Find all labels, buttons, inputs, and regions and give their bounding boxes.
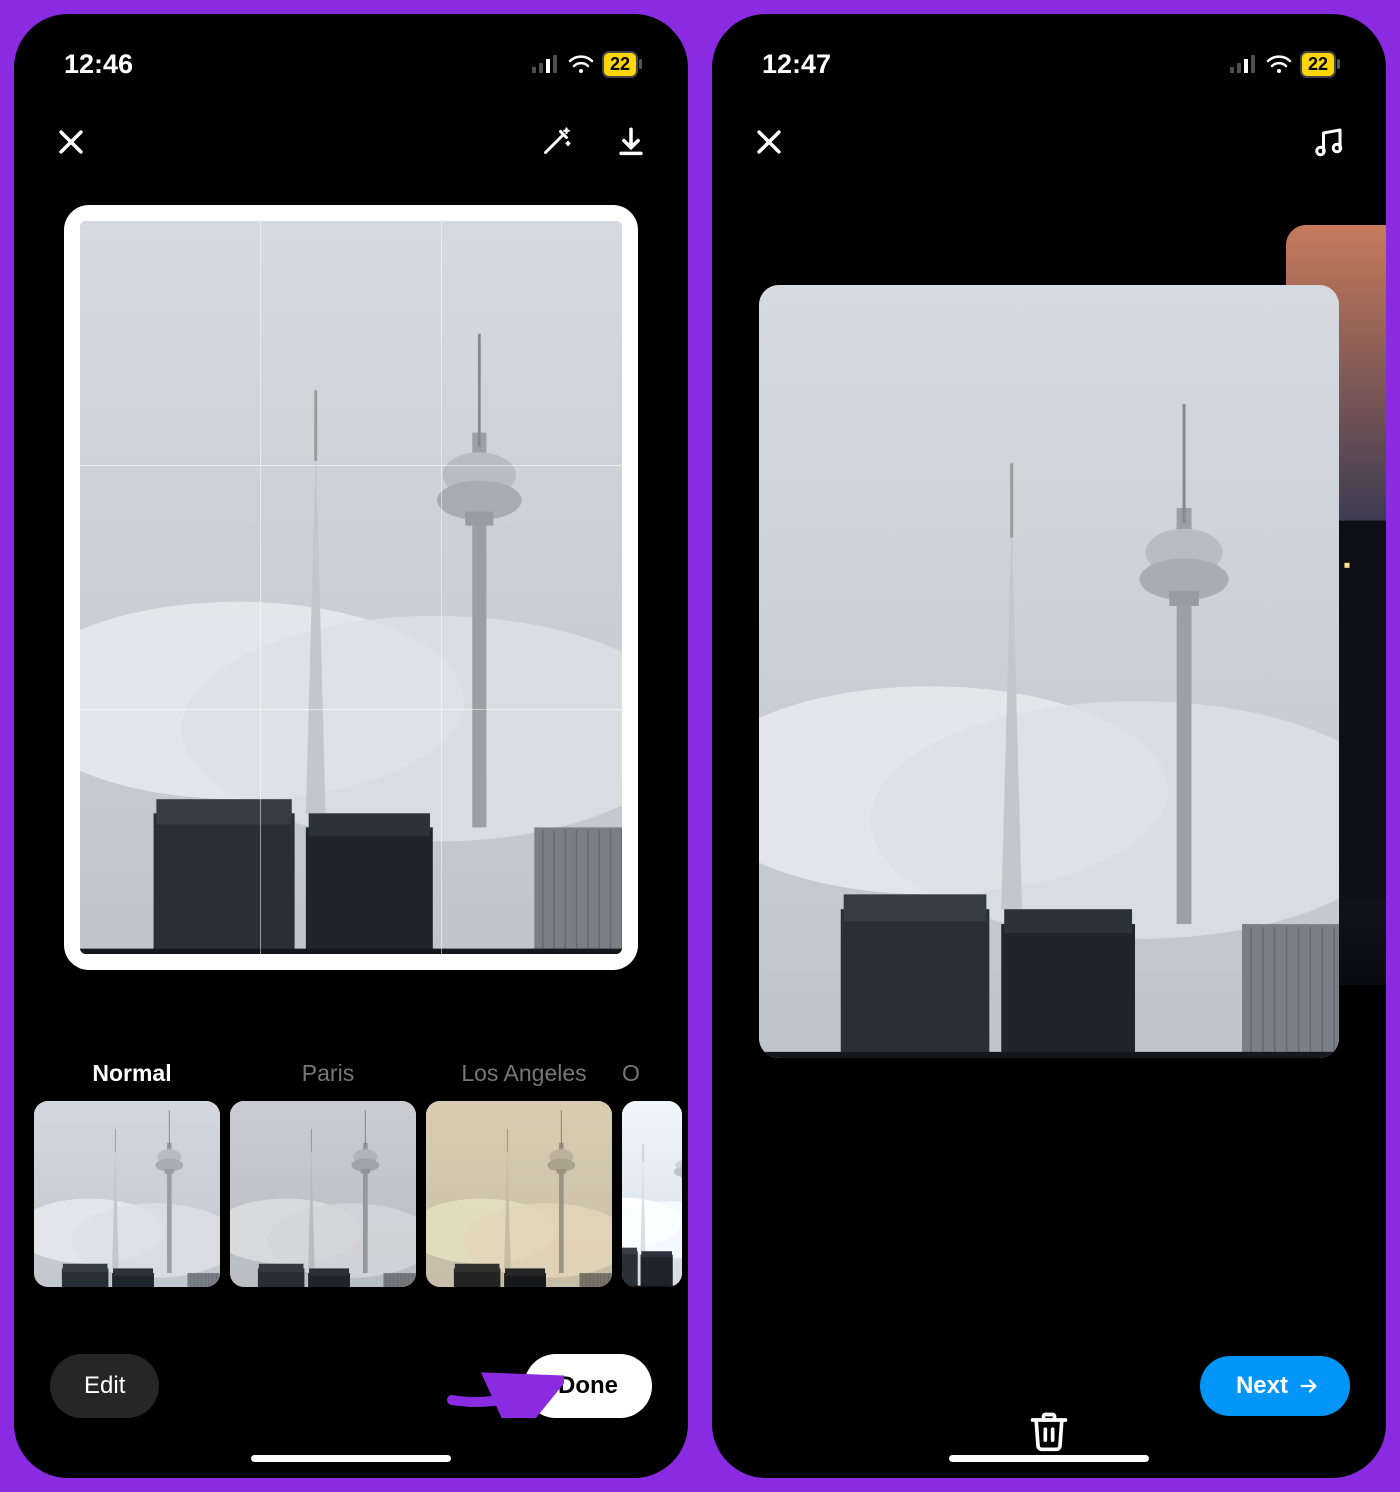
- filter-thumb-normal[interactable]: [34, 1101, 220, 1287]
- photo-frame: [64, 205, 638, 970]
- annotation-arrow-icon: [444, 1348, 564, 1418]
- filter-label-osaka[interactable]: O: [622, 1060, 662, 1087]
- screen-carousel-preview: 12:47 22 Next: [706, 8, 1392, 1484]
- bottom-bar: Edit Done: [14, 1354, 688, 1418]
- download-icon[interactable]: [614, 125, 648, 164]
- top-toolbar: [14, 94, 688, 185]
- battery-indicator: 22: [602, 51, 638, 78]
- home-indicator[interactable]: [251, 1455, 451, 1462]
- preview-carousel[interactable]: [712, 185, 1386, 1375]
- close-icon[interactable]: [54, 125, 88, 164]
- magic-wand-icon[interactable]: [538, 124, 574, 165]
- filter-thumb-la[interactable]: [426, 1101, 612, 1287]
- filter-label-la[interactable]: Los Angeles: [426, 1060, 622, 1087]
- filter-label-paris[interactable]: Paris: [230, 1060, 426, 1087]
- edit-button[interactable]: Edit: [50, 1354, 159, 1418]
- bottom-bar: Next: [1200, 1356, 1350, 1416]
- status-right: 22: [1230, 51, 1336, 78]
- battery-indicator: 22: [1300, 51, 1336, 78]
- arrow-right-icon: [1298, 1375, 1320, 1397]
- top-toolbar: [712, 94, 1386, 185]
- cellular-icon: [1230, 55, 1258, 73]
- trash-icon[interactable]: [1027, 1409, 1071, 1458]
- close-icon[interactable]: [752, 125, 786, 164]
- cellular-icon: [532, 55, 560, 73]
- photo-canvas[interactable]: [14, 185, 688, 980]
- music-icon[interactable]: [1310, 124, 1346, 165]
- preview-main-photo[interactable]: [759, 285, 1339, 1058]
- status-bar: 12:47 22: [712, 14, 1386, 94]
- filter-thumb-osaka[interactable]: [622, 1101, 682, 1287]
- home-indicator[interactable]: [949, 1455, 1149, 1462]
- filter-thumb-paris[interactable]: [230, 1101, 416, 1287]
- status-bar: 12:46 22: [14, 14, 688, 94]
- filter-label-normal[interactable]: Normal: [34, 1060, 230, 1087]
- status-time: 12:46: [64, 49, 133, 80]
- next-button[interactable]: Next: [1200, 1356, 1350, 1416]
- status-right: 22: [532, 51, 638, 78]
- next-button-label: Next: [1236, 1372, 1288, 1400]
- filter-labels: Normal Paris Los Angeles O: [14, 980, 688, 1101]
- photo: [80, 221, 622, 954]
- screen-filter-edit: 12:46 22 Normal Paris: [8, 8, 694, 1484]
- status-time: 12:47: [762, 49, 831, 80]
- wifi-icon: [568, 54, 594, 74]
- skyline-illustration: [80, 221, 622, 954]
- wifi-icon: [1266, 54, 1292, 74]
- filter-thumbs[interactable]: [14, 1101, 688, 1287]
